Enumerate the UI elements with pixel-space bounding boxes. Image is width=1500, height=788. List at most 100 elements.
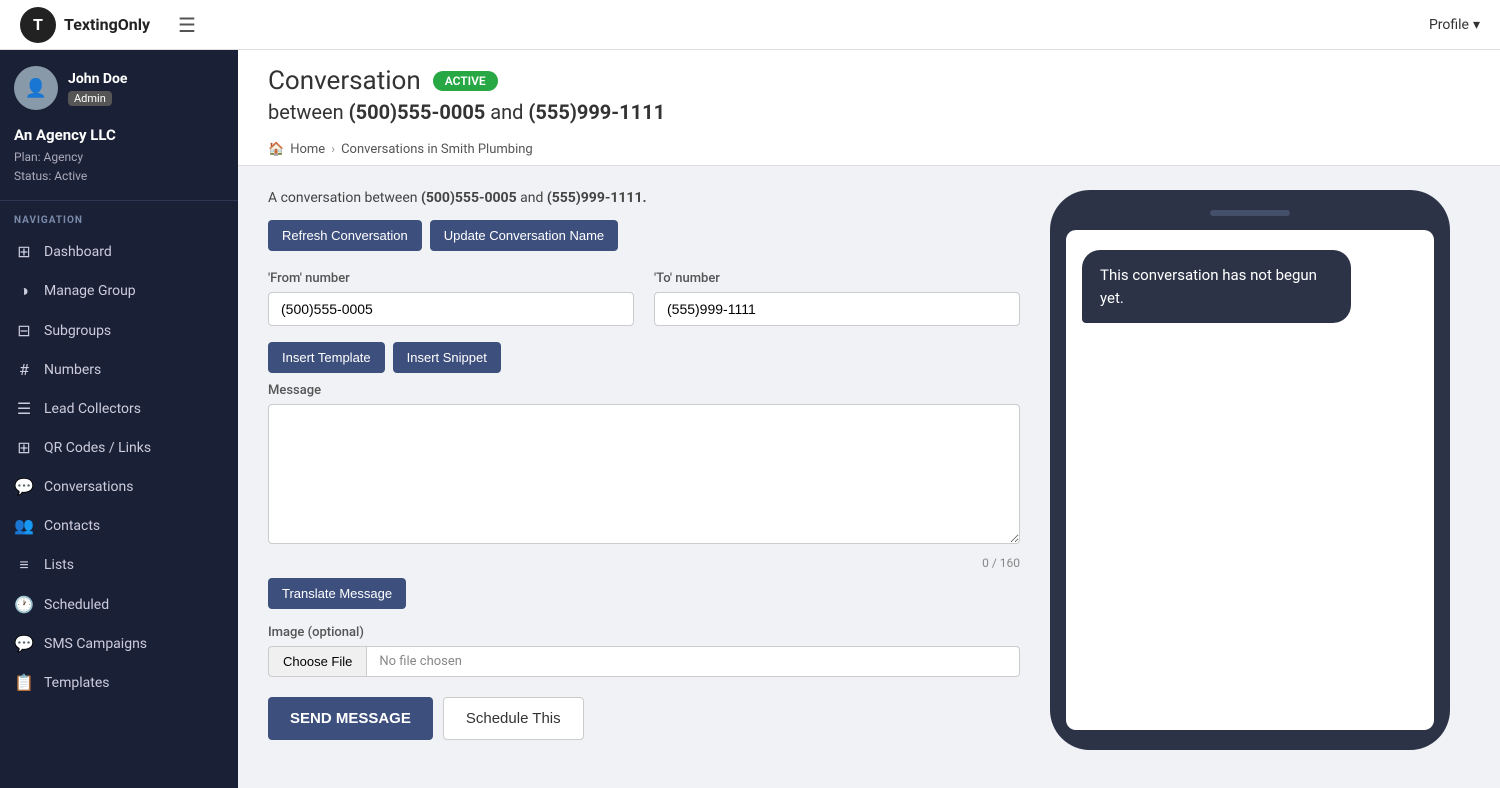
insert-template-button[interactable]: Insert Template: [268, 342, 385, 373]
insert-snippet-button[interactable]: Insert Snippet: [393, 342, 501, 373]
phone-notch: [1210, 210, 1290, 216]
agency-status: Status: Active: [14, 167, 224, 186]
translate-row: Translate Message: [268, 578, 1020, 609]
home-icon: 🏠: [268, 142, 284, 157]
image-section: Image (optional) Choose File No file cho…: [268, 625, 1020, 677]
sidebar-user: 👤 John Doe Admin: [0, 50, 238, 120]
hamburger-icon[interactable]: ☰: [178, 13, 196, 37]
message-textarea[interactable]: [268, 404, 1020, 544]
file-name-display: No file chosen: [366, 646, 1020, 677]
update-conversation-name-button[interactable]: Update Conversation Name: [430, 220, 618, 251]
sidebar-item-subgroups[interactable]: ⊟ Subgroups: [0, 311, 238, 350]
sidebar-item-sms-campaigns[interactable]: 💬 SMS Campaigns: [0, 624, 238, 663]
lists-icon: ≡: [14, 555, 34, 575]
to-number-input[interactable]: [654, 292, 1020, 326]
send-buttons: SEND MESSAGE Schedule This: [268, 697, 1020, 740]
page-header: Conversation ACTIVE between (500)555-000…: [238, 50, 1500, 166]
sidebar-item-label: Dashboard: [44, 244, 112, 260]
logo: T TextingOnly: [20, 7, 150, 43]
agency-plan: Plan: Agency: [14, 148, 224, 167]
templates-icon: 📋: [14, 673, 34, 692]
from-number-label: 'From' number: [268, 271, 634, 286]
contacts-icon: 👥: [14, 516, 34, 535]
left-panel: A conversation between (500)555-0005 and…: [268, 190, 1020, 750]
sidebar-item-label: Conversations: [44, 479, 133, 495]
subgroups-icon: ⊟: [14, 321, 34, 340]
numbers-icon: #: [14, 360, 34, 379]
agency-info: An Agency LLC Plan: Agency Status: Activ…: [0, 120, 238, 201]
username: John Doe: [68, 71, 127, 87]
right-panel: This conversation has not begun yet.: [1050, 190, 1470, 750]
sidebar-item-lists[interactable]: ≡ Lists: [0, 545, 238, 585]
message-label: Message: [268, 383, 1020, 398]
profile-label: Profile: [1429, 17, 1469, 33]
to-number-label: 'To' number: [654, 271, 1020, 286]
from-number-group: 'From' number: [268, 271, 634, 326]
sidebar-item-lead-collectors[interactable]: ☰ Lead Collectors: [0, 389, 238, 428]
sidebar: 👤 John Doe Admin An Agency LLC Plan: Age…: [0, 50, 238, 788]
scheduled-icon: 🕐: [14, 595, 34, 614]
logo-icon: T: [20, 7, 56, 43]
user-badge: Admin: [68, 91, 112, 106]
sidebar-item-label: QR Codes / Links: [44, 440, 151, 456]
phone-mockup: This conversation has not begun yet.: [1050, 190, 1450, 750]
phone-number-row: 'From' number 'To' number: [268, 271, 1020, 326]
sms-campaigns-icon: 💬: [14, 634, 34, 653]
sidebar-item-numbers[interactable]: # Numbers: [0, 350, 238, 389]
sidebar-item-label: Templates: [44, 675, 110, 691]
content: Conversation ACTIVE between (500)555-000…: [238, 50, 1500, 788]
to-number-group: 'To' number: [654, 271, 1020, 326]
breadcrumb: 🏠 Home › Conversations in Smith Plumbing: [268, 134, 1470, 165]
conversations-icon: 💬: [14, 477, 34, 496]
sidebar-item-label: Contacts: [44, 518, 100, 534]
lead-collectors-icon: ☰: [14, 399, 34, 418]
translate-message-button[interactable]: Translate Message: [268, 578, 406, 609]
sidebar-item-conversations[interactable]: 💬 Conversations: [0, 467, 238, 506]
breadcrumb-separator: ›: [331, 142, 335, 157]
image-label: Image (optional): [268, 625, 1020, 640]
sidebar-item-dashboard[interactable]: ⊞ Dashboard: [0, 232, 238, 271]
sidebar-item-manage-group[interactable]: ◑ Manage Group: [0, 271, 238, 311]
message-group: Message: [268, 383, 1020, 548]
sidebar-item-label: Scheduled: [44, 597, 109, 613]
char-count: 0 / 160: [268, 556, 1020, 570]
user-info: John Doe Admin: [68, 71, 127, 106]
dashboard-icon: ⊞: [14, 242, 34, 261]
from-number-input[interactable]: [268, 292, 634, 326]
manage-group-icon: ◑: [14, 281, 34, 301]
sidebar-item-qr-codes[interactable]: ⊞ QR Codes / Links: [0, 428, 238, 467]
avatar: 👤: [14, 66, 58, 110]
agency-name: An Agency LLC: [14, 126, 224, 144]
phone-screen: This conversation has not begun yet.: [1066, 230, 1434, 730]
send-message-button[interactable]: SEND MESSAGE: [268, 697, 433, 740]
file-input-wrapper: Choose File No file chosen: [268, 646, 1020, 677]
action-buttons: Refresh Conversation Update Conversation…: [268, 220, 1020, 251]
active-badge: ACTIVE: [433, 71, 498, 91]
refresh-conversation-button[interactable]: Refresh Conversation: [268, 220, 422, 251]
conversation-subtitle: between (500)555-0005 and (555)999-1111: [268, 100, 1470, 124]
sidebar-item-label: Lists: [44, 557, 74, 573]
sidebar-item-templates[interactable]: 📋 Templates: [0, 663, 238, 702]
chevron-down-icon: ▾: [1473, 17, 1480, 33]
schedule-this-button[interactable]: Schedule This: [443, 697, 584, 740]
qr-codes-icon: ⊞: [14, 438, 34, 457]
file-choose-button[interactable]: Choose File: [268, 646, 366, 677]
breadcrumb-sub: Conversations in Smith Plumbing: [341, 142, 533, 157]
profile-button[interactable]: Profile ▾: [1429, 17, 1480, 33]
main-content: A conversation between (500)555-0005 and…: [238, 166, 1500, 774]
sidebar-item-label: Subgroups: [44, 323, 111, 339]
sidebar-item-contacts[interactable]: 👥 Contacts: [0, 506, 238, 545]
sidebar-item-label: Numbers: [44, 362, 101, 378]
logo-text: TextingOnly: [64, 15, 150, 34]
desc-text: A conversation between (500)555-0005 and…: [268, 190, 1020, 206]
sidebar-item-label: Lead Collectors: [44, 401, 141, 417]
breadcrumb-home[interactable]: Home: [290, 142, 325, 157]
page-title: Conversation: [268, 66, 421, 96]
sidebar-item-label: Manage Group: [44, 283, 136, 299]
topbar: T TextingOnly ☰ Profile ▾: [0, 0, 1500, 50]
chat-bubble: This conversation has not begun yet.: [1082, 250, 1351, 323]
template-buttons: Insert Template Insert Snippet: [268, 342, 1020, 373]
sidebar-item-label: SMS Campaigns: [44, 636, 147, 652]
nav-label: NAVIGATION: [0, 201, 238, 232]
sidebar-item-scheduled[interactable]: 🕐 Scheduled: [0, 585, 238, 624]
